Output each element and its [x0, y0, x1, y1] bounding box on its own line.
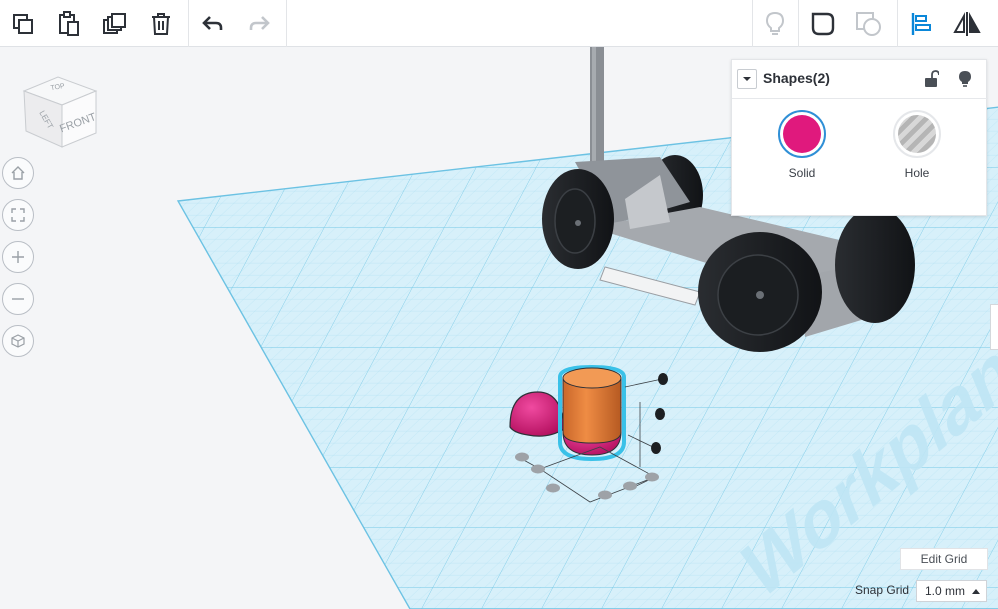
mirror-icon: [953, 11, 981, 36]
group-tools: [800, 0, 892, 47]
resize-handle[interactable]: [531, 464, 545, 474]
right-tools: [752, 0, 798, 47]
unlock-icon: [925, 70, 939, 87]
snap-grid-label: Snap Grid: [855, 583, 910, 597]
cylinder-top[interactable]: [562, 367, 622, 389]
wheel-front-right[interactable]: [835, 207, 915, 323]
redo-icon: [249, 15, 270, 30]
paste-icon: [59, 10, 79, 36]
toolbar-divider: [188, 0, 189, 47]
height-handle[interactable]: [655, 408, 665, 420]
wheel-rear-left-axle: [575, 220, 581, 226]
hole-option[interactable]: Hole: [877, 110, 957, 180]
arrange-tools: [898, 0, 990, 47]
snap-grid-select[interactable]: 1.0 mm: [916, 580, 987, 602]
undo-icon: [202, 15, 223, 30]
shapes-inspector-panel: Shapes(2) Solid Hole: [731, 59, 988, 216]
hole-label: Hole: [904, 166, 930, 180]
lock-button[interactable]: [920, 68, 942, 90]
ungroup-button[interactable]: [846, 1, 892, 47]
group-button[interactable]: [800, 1, 846, 47]
solid-color-swatch: [783, 115, 821, 153]
caret-down-icon: [743, 77, 751, 81]
copy-icon: [13, 13, 33, 34]
notes-button[interactable]: [752, 1, 798, 47]
solid-swatch-ring[interactable]: [778, 110, 826, 158]
toolbar-divider: [286, 0, 287, 47]
side-panel-tab[interactable]: [990, 304, 998, 350]
elevation-handle[interactable]: [651, 442, 661, 454]
collapse-panel-button[interactable]: [737, 69, 757, 89]
edit-tools: [0, 0, 184, 47]
fit-view-button[interactable]: [2, 199, 34, 231]
resize-handle[interactable]: [645, 472, 659, 482]
hint-button[interactable]: [954, 68, 976, 90]
workplane-viewport[interactable]: Workplane TOP LEFT FRONT Shapes(2) Solid…: [0, 47, 998, 609]
align-button[interactable]: [898, 1, 944, 47]
align-icon: [911, 12, 931, 35]
mirror-button[interactable]: [944, 1, 990, 47]
ungroup-icon: [856, 11, 881, 36]
perspective-button[interactable]: [2, 325, 34, 357]
resize-handle[interactable]: [623, 481, 637, 491]
fit-view-icon: [11, 208, 25, 222]
lightbulb-icon: [765, 11, 785, 35]
resize-handle[interactable]: [546, 483, 560, 493]
edit-grid-button[interactable]: Edit Grid: [900, 548, 988, 570]
copy-button[interactable]: [0, 1, 46, 47]
wheel-front-left-axle: [756, 291, 764, 299]
perspective-icon: [11, 334, 25, 348]
zoom-out-button[interactable]: [2, 283, 34, 315]
solid-option[interactable]: Solid: [762, 110, 842, 180]
height-handle[interactable]: [658, 373, 668, 385]
toolbar: [0, 0, 998, 47]
lightbulb-icon: [959, 71, 971, 87]
zoom-in-icon: [12, 251, 24, 263]
handle-highlight: [592, 47, 596, 167]
redo-button[interactable]: [236, 1, 282, 47]
paste-button[interactable]: [46, 1, 92, 47]
shapes-panel-title: Shapes(2): [763, 70, 830, 86]
view-cube[interactable]: TOP LEFT FRONT: [18, 73, 102, 162]
zoom-out-icon: [12, 298, 24, 300]
undo-button[interactable]: [190, 1, 236, 47]
hole-swatch-ring[interactable]: [893, 110, 941, 158]
wheel-rear-left-hub: [554, 188, 596, 254]
home-view-button[interactable]: [2, 157, 34, 189]
duplicate-icon: [103, 12, 126, 34]
caret-up-icon: [972, 589, 980, 594]
solid-label: Solid: [788, 166, 816, 180]
history-tools: [190, 0, 282, 47]
resize-handle[interactable]: [598, 490, 612, 500]
snap-grid-value: 1.0 mm: [925, 584, 966, 598]
delete-button[interactable]: [138, 1, 184, 47]
duplicate-button[interactable]: [92, 1, 138, 47]
zoom-in-button[interactable]: [2, 241, 34, 273]
trash-icon: [152, 12, 170, 35]
shapes-panel-header: Shapes(2): [732, 60, 988, 99]
toolbar-divider: [798, 0, 799, 47]
home-icon: [11, 166, 25, 180]
resize-handle[interactable]: [515, 452, 529, 462]
hole-pattern-swatch: [898, 115, 936, 153]
group-icon: [811, 12, 835, 35]
